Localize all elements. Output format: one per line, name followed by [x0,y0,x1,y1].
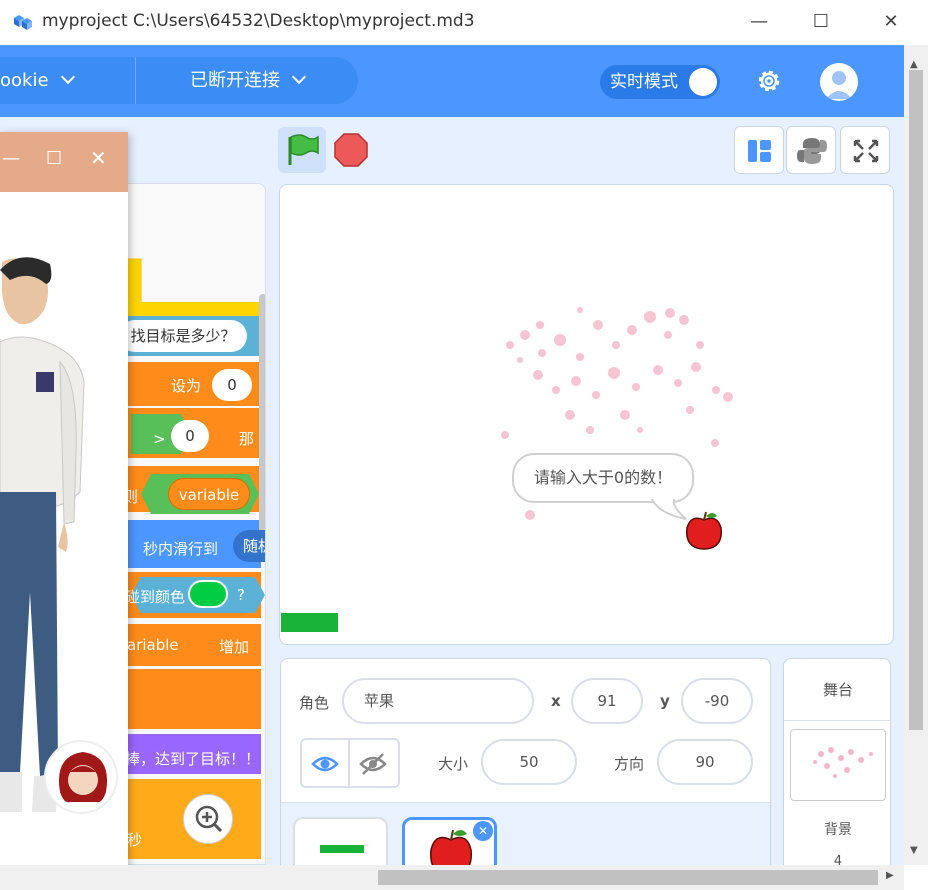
minimize-icon[interactable]: — [744,8,774,36]
sprite-list: ✕ [281,802,770,867]
toggle-knob [689,68,717,96]
ask-text-input[interactable]: 找目标是多少？ [119,320,247,352]
green-bar-sprite[interactable] [281,613,338,632]
touch-color-question: ? [237,586,245,604]
connection-label: 已断开连接 [190,70,280,91]
scroll-down-icon[interactable]: ▼ [910,845,918,856]
change-variable-name: ariable [127,636,179,654]
y-label: y [660,692,670,710]
glide-target-dropdown[interactable]: 随机 [233,530,265,562]
x-position-input[interactable]: 91 [571,678,643,724]
sprite-tile-apple[interactable]: ✕ [402,817,497,867]
gear-icon[interactable] [755,67,783,95]
close-icon[interactable]: ✕ [876,8,906,36]
compare-operator: > [153,430,166,448]
speech-bubble-tail [651,498,687,520]
touch-color-label: 碰到颜色 [125,588,186,606]
then-label: 那 [239,430,255,448]
compare-value-input[interactable]: 0 [171,420,209,452]
direction-input[interactable]: 90 [657,739,753,785]
stage-thumbnail-image [813,747,873,778]
python-icon [797,138,827,164]
hide-sprite-button[interactable] [350,738,400,788]
fullscreen-icon [853,139,879,163]
python-mode-button[interactable] [786,126,836,174]
floating-character-window[interactable]: — ☐ ✕ [0,132,128,884]
chevron-down-icon [291,69,307,85]
maximize-icon[interactable]: ☐ [806,8,836,36]
stage-title: 舞台 [784,659,890,721]
wait-label: 秒 [127,831,143,849]
color-swatch[interactable] [188,580,228,608]
variable-reporter[interactable]: variable [168,478,250,510]
realtime-label: 实时模式 [610,72,678,92]
horizontal-scrollbar[interactable]: ▶ [0,865,904,890]
size-label: 大小 [438,755,469,773]
set-label: 设为 [171,377,202,395]
eye-icon [311,756,339,772]
delete-sprite-icon[interactable]: ✕ [473,821,493,841]
sprite-name-input[interactable]: 苹果 [342,678,534,724]
floating-window-titlebar: — ☐ ✕ [0,132,128,192]
connection-dropdown[interactable]: 已断开连接 [136,57,358,104]
sprite-label: 角色 [299,694,330,712]
y-position-input[interactable]: -90 [681,678,753,724]
layout-toggle-button[interactable] [734,126,784,174]
realtime-mode-toggle[interactable]: 实时模式 [600,65,720,99]
device-dropdown[interactable]: ookie [0,57,136,104]
stage-selector-panel[interactable]: 舞台 背景 4 [783,658,891,868]
size-input[interactable]: 50 [481,739,577,785]
scroll-up-icon[interactable]: ▲ [910,59,918,70]
sprite-tile-bar[interactable] [293,817,388,867]
fullscreen-button[interactable] [840,126,890,174]
apple-thumbnail [430,829,472,867]
set-value-input[interactable]: 0 [212,369,252,401]
user-avatar[interactable] [820,63,858,101]
change-label: 增加 [219,638,250,656]
chevron-down-icon [60,69,75,85]
bar-thumbnail [320,845,364,853]
glide-label: 秒内滑行到 [143,540,219,558]
show-sprite-button[interactable] [300,738,350,788]
layout-icon [748,140,771,162]
girl-avatar[interactable] [44,740,118,814]
close-icon[interactable]: ✕ [90,146,107,170]
minimize-icon[interactable]: — [2,148,20,169]
speech-bubble: 请输入大于0的数！ [512,453,694,503]
stage-thumbnail[interactable] [790,729,886,801]
x-label: x [551,692,561,710]
sprite-info-panel: 角色 苹果 x 91 y -90 大小 50 方向 90 ✕ [280,658,771,868]
app-cube-icon [14,15,32,30]
eye-slash-icon [359,753,387,775]
backdrop-label: 背景 [824,822,852,838]
cherry-blossom-backdrop [501,307,733,520]
vertical-scrollbar[interactable]: ▲ ▼ [904,45,928,865]
horizontal-scroll-thumb[interactable] [378,870,878,885]
window-title: myproject C:\Users\64532\Desktop\myproje… [42,11,475,31]
say-text: 捧，达到了目标！！ [125,750,261,768]
device-label: ookie [0,70,49,91]
vertical-scroll-thumb[interactable] [909,70,923,730]
direction-label: 方向 [614,755,645,773]
green-flag-icon [288,134,319,165]
window-title-bar: myproject C:\Users\64532\Desktop\myproje… [0,0,928,45]
zoom-in-icon [195,805,223,833]
scroll-right-icon[interactable]: ▶ [886,870,894,881]
stop-sign-icon[interactable] [334,133,368,167]
stage-canvas[interactable]: 请输入大于0的数！ [279,184,894,645]
zoom-in-button[interactable] [183,794,233,844]
apple-sprite[interactable] [683,510,725,552]
maximize-icon[interactable]: ☐ [46,148,62,169]
green-flag-button[interactable] [278,127,326,173]
